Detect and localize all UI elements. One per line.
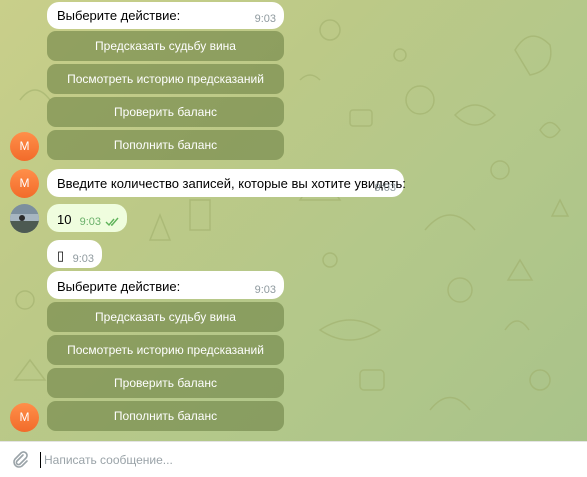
bot-avatar[interactable]: M <box>10 132 39 161</box>
message-composer <box>0 441 587 477</box>
message-text: Введите количество записей, которые вы х… <box>57 176 406 191</box>
double-check-icon <box>105 217 119 227</box>
user-message: 10 9:03 <box>47 204 127 232</box>
message-text: Выберите действие: <box>57 8 181 23</box>
message-text: ▯ <box>57 248 65 263</box>
user-avatar[interactable] <box>10 204 39 233</box>
keyboard-button-check-balance[interactable]: Проверить баланс <box>47 97 284 127</box>
text-cursor <box>40 452 41 468</box>
message-time: 9:03 <box>254 284 276 296</box>
chat-area[interactable]: Выберите действие: 9:03 Предсказать судь… <box>0 0 587 441</box>
keyboard-button-predict[interactable]: Предсказать судьбу вина <box>47 31 284 61</box>
message-text: 10 <box>57 212 72 227</box>
message-time: 9:03 <box>72 253 94 265</box>
keyboard-button-predict[interactable]: Предсказать судьбу вина <box>47 302 284 332</box>
keyboard-button-history[interactable]: Посмотреть историю предсказаний <box>47 64 284 94</box>
bot-message: Выберите действие: 9:03 <box>47 2 284 29</box>
bot-message: Выберите действие: 9:03 <box>47 271 284 299</box>
message-time: 9:03 <box>254 13 276 25</box>
keyboard-button-topup-balance[interactable]: Пополнить баланс <box>47 130 284 160</box>
bot-message: Введите количество записей, которые вы х… <box>47 169 406 197</box>
keyboard-button-topup-balance[interactable]: Пополнить баланс <box>47 401 284 431</box>
message-input[interactable] <box>44 450 564 470</box>
message-time: 9:03 <box>374 182 396 194</box>
bot-message: ▯ 9:03 <box>47 240 102 268</box>
message-text: Выберите действие: <box>57 279 181 294</box>
keyboard-button-history[interactable]: Посмотреть историю предсказаний <box>47 335 284 365</box>
user-photo <box>10 204 39 233</box>
message-time: 9:03 <box>79 216 101 228</box>
paperclip-icon[interactable] <box>10 450 30 470</box>
bot-avatar[interactable]: M <box>10 169 39 198</box>
keyboard-button-check-balance[interactable]: Проверить баланс <box>47 368 284 398</box>
bot-avatar[interactable]: M <box>10 403 39 432</box>
